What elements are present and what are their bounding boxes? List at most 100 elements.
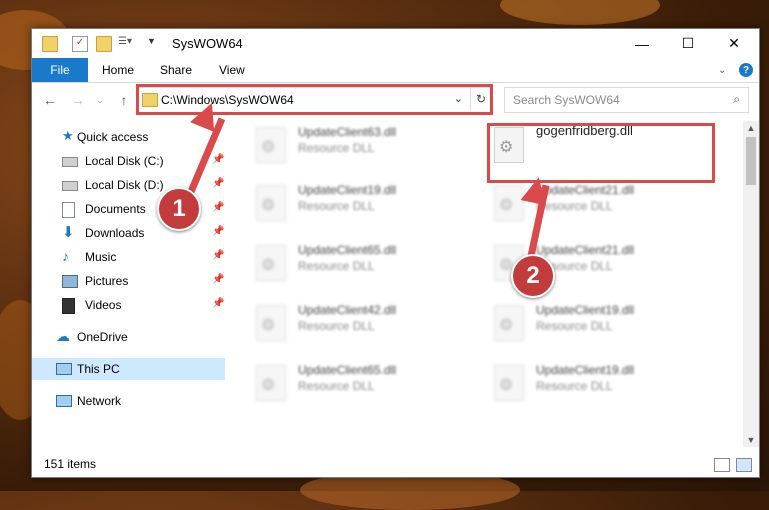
- search-input[interactable]: Search SysWOW64 ⌕: [504, 87, 749, 113]
- step-badge-1: 1: [157, 187, 201, 231]
- pin-icon[interactable]: 📌: [212, 274, 224, 285]
- sidebar-item-label: Downloads: [85, 226, 145, 240]
- file-name: UpdateClient19.dll: [298, 183, 397, 197]
- file-type: Resource DLL: [298, 259, 375, 273]
- address-bar-highlight: [136, 84, 493, 115]
- dropdown-arrow-icon[interactable]: ▼: [147, 36, 161, 50]
- sidebar-item-videos[interactable]: Videos 📌: [32, 294, 225, 316]
- customize-toolbar-icon[interactable]: ☰▾: [118, 36, 146, 50]
- help-icon[interactable]: ?: [739, 63, 753, 77]
- list-item[interactable]: ⚙ UpdateClient21.dll Resource DLL: [464, 179, 684, 221]
- list-item[interactable]: ⚙ UpdateClient19.dll Resource DLL: [226, 179, 446, 221]
- arrow-head-2: [520, 174, 552, 206]
- file-type: Resource DLL: [298, 379, 375, 393]
- pin-icon[interactable]: 📌: [212, 202, 224, 213]
- sidebar-item-label: This PC: [77, 362, 120, 376]
- pin-icon[interactable]: 📌: [212, 298, 224, 309]
- status-bar: 151 items: [32, 447, 759, 477]
- tab-view[interactable]: View: [219, 58, 245, 82]
- scroll-down-icon[interactable]: ▼: [743, 433, 759, 447]
- gear-icon: ⚙: [499, 317, 514, 334]
- item-count: 151 items: [44, 457, 97, 471]
- gear-icon: ⚙: [499, 377, 514, 394]
- sidebar-item-label: Pictures: [85, 274, 129, 288]
- list-item[interactable]: ⚙ UpdateClient65.dll Resource DLL: [226, 239, 446, 281]
- sidebar-item-quick-access[interactable]: ★ Quick access: [32, 126, 225, 148]
- file-name: UpdateClient21.dll: [536, 243, 635, 257]
- ribbon-tabs: File Home Share View ⌄ ?: [32, 58, 759, 83]
- sidebar-item-pictures[interactable]: Pictures 📌: [32, 270, 225, 292]
- sidebar-item-label: Network: [77, 394, 122, 408]
- list-item[interactable]: ⚙ UpdateClient65.dll Resource DLL: [226, 359, 446, 401]
- star-icon: ★: [62, 128, 74, 143]
- new-folder-icon[interactable]: [96, 36, 112, 52]
- file-type: Resource DLL: [298, 199, 375, 213]
- file-name: UpdateClient42.dll: [298, 303, 397, 317]
- expand-ribbon-icon[interactable]: ⌄: [718, 58, 726, 82]
- background-leaf: [500, 0, 660, 25]
- gear-icon: ⚙: [261, 377, 276, 394]
- drive-icon: [62, 181, 78, 191]
- sidebar-item-label: Quick access: [77, 130, 149, 144]
- sidebar-item-label: Music: [85, 250, 117, 264]
- sidebar-item-label: OneDrive: [77, 330, 128, 344]
- minimize-button[interactable]: —: [619, 29, 665, 58]
- properties-icon[interactable]: ✓: [72, 36, 88, 52]
- tab-share[interactable]: Share: [160, 58, 192, 82]
- back-arrow-icon[interactable]: ←: [42, 92, 58, 108]
- file-name: UpdateClient19.dll: [536, 303, 635, 317]
- sidebar-item-label: Local Disk (C:): [85, 154, 164, 168]
- sidebar-item-this-pc[interactable]: This PC: [32, 358, 225, 380]
- pin-icon[interactable]: 📌: [212, 250, 224, 261]
- step-badge-2: 2: [511, 254, 555, 298]
- list-item[interactable]: ⚙ UpdateClient63.dll Resource DLL: [226, 121, 446, 163]
- file-name: UpdateClient65.dll: [298, 243, 397, 257]
- tab-file[interactable]: File: [32, 58, 88, 82]
- network-icon: [56, 395, 72, 407]
- download-icon: ⬇: [62, 224, 75, 241]
- recent-dropdown-icon[interactable]: ⌄: [92, 92, 108, 108]
- close-button[interactable]: ✕: [711, 29, 757, 58]
- sidebar-item-onedrive[interactable]: ☁ OneDrive: [32, 326, 225, 348]
- pin-icon[interactable]: 📌: [212, 154, 224, 165]
- file-highlight: [487, 123, 715, 183]
- file-name: UpdateClient19.dll: [536, 363, 635, 377]
- details-view-icon[interactable]: [714, 458, 730, 472]
- pin-icon[interactable]: 📌: [212, 178, 224, 189]
- file-name: UpdateClient65.dll: [298, 363, 397, 377]
- gear-icon: ⚙: [261, 197, 276, 214]
- pin-icon[interactable]: 📌: [212, 226, 224, 237]
- gear-icon: ⚙: [499, 197, 514, 214]
- search-placeholder: Search SysWOW64: [513, 93, 620, 107]
- list-item[interactable]: ⚙ UpdateClient19.dll Resource DLL: [464, 299, 684, 341]
- window-title: SysWOW64: [172, 36, 243, 51]
- file-name: UpdateClient63.dll: [298, 125, 397, 139]
- list-item[interactable]: ⚙ UpdateClient19.dll Resource DLL: [464, 359, 684, 401]
- sidebar-item-label: Local Disk (D:): [85, 178, 164, 192]
- list-item[interactable]: ⚙ UpdateClient42.dll Resource DLL: [226, 299, 446, 341]
- tab-home[interactable]: Home: [102, 58, 134, 82]
- file-type: Resource DLL: [298, 141, 375, 155]
- forward-arrow-icon[interactable]: →: [70, 92, 86, 108]
- file-name: UpdateClient21.dll: [536, 183, 635, 197]
- cloud-icon: ☁: [56, 328, 70, 344]
- up-arrow-icon[interactable]: ↑: [116, 92, 132, 108]
- sidebar-item-music[interactable]: ♪ Music 📌: [32, 246, 225, 268]
- gear-icon: ⚙: [261, 139, 276, 156]
- sidebar-item-network[interactable]: Network: [32, 390, 225, 412]
- list-item[interactable]: ⚙ UpdateClient21.dll Resource DLL: [464, 239, 684, 281]
- sidebar-item-label: Videos: [85, 298, 122, 312]
- music-icon: ♪: [62, 248, 69, 264]
- sidebar-item-downloads[interactable]: ⬇ Downloads 📌: [32, 222, 225, 244]
- computer-icon: [56, 363, 72, 375]
- file-type: Resource DLL: [298, 319, 375, 333]
- drive-icon: [62, 157, 78, 167]
- maximize-button[interactable]: ☐: [665, 29, 711, 58]
- large-icons-view-icon[interactable]: [736, 458, 752, 472]
- document-icon: [62, 202, 75, 218]
- gear-icon: ⚙: [261, 317, 276, 334]
- scroll-up-icon[interactable]: ▲: [743, 121, 759, 135]
- file-type: Resource DLL: [536, 199, 613, 213]
- vertical-scrollbar[interactable]: ▲ ▼: [743, 121, 759, 447]
- scroll-thumb[interactable]: [746, 137, 756, 185]
